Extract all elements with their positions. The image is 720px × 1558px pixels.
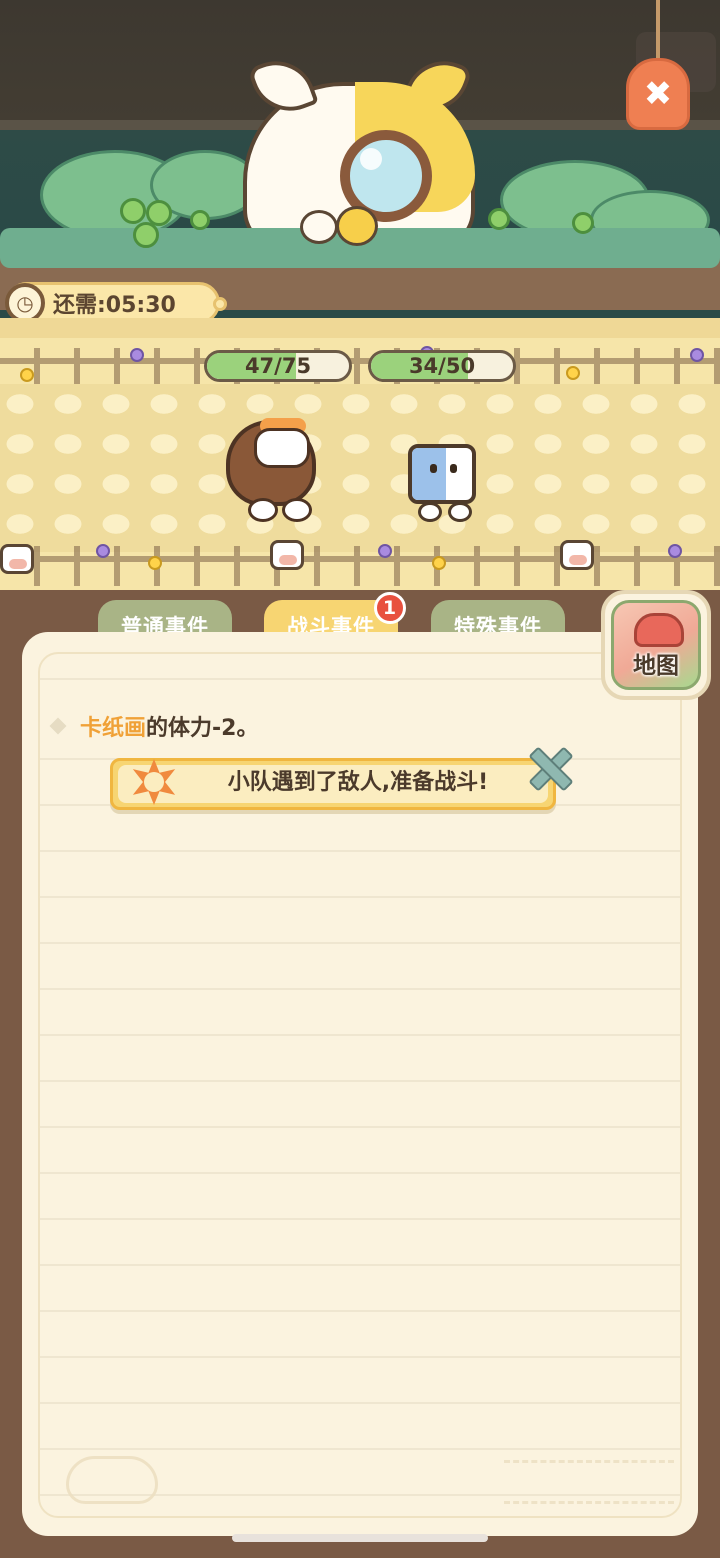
hp-bar-ally: 34/50 xyxy=(368,350,516,382)
hp-bar-hero: 47/75 xyxy=(204,350,352,382)
map-label: 地图 xyxy=(633,653,679,679)
clover-leaf xyxy=(133,222,159,248)
cow-icon xyxy=(560,540,594,570)
hp-text: 34/50 xyxy=(408,354,476,378)
flower-icon xyxy=(20,368,34,382)
flower-icon xyxy=(566,366,580,380)
flower-icon xyxy=(378,544,392,558)
bullet-diamond-icon xyxy=(49,717,67,735)
clock-icon: ◷ xyxy=(5,283,45,323)
flower-icon xyxy=(690,348,704,362)
cobblestone-road xyxy=(0,384,720,552)
ally-body xyxy=(408,444,476,504)
banner-text: 小队遇到了敌人,准备战斗! xyxy=(227,770,489,795)
travel-path xyxy=(0,318,720,590)
hero-cat-sprite xyxy=(214,400,324,522)
hp-text: 47/75 xyxy=(244,354,312,378)
close-button[interactable]: ✖ xyxy=(626,58,690,130)
flower-icon xyxy=(432,556,446,570)
notification-badge: 1 xyxy=(374,592,406,624)
chick-yellow xyxy=(336,206,378,246)
clover-leaf xyxy=(190,210,210,230)
log-entry: 卡纸画 的体力-2。 xyxy=(49,710,259,742)
map-button[interactable]: 地图 xyxy=(601,590,711,700)
fence-top xyxy=(0,348,720,388)
tag-string xyxy=(656,0,660,64)
expedition-scene: ✖ xyxy=(0,0,720,318)
close-icon: ✖ xyxy=(643,74,673,114)
crossed-swords-icon xyxy=(526,744,572,790)
home-indicator[interactable] xyxy=(232,1534,488,1542)
flower-icon xyxy=(96,544,110,558)
cow-icon xyxy=(270,540,304,570)
ally-feet xyxy=(418,502,472,522)
flower-icon xyxy=(668,544,682,558)
path-edge xyxy=(0,318,720,338)
clover-leaf xyxy=(488,208,510,230)
ally-cat-sprite xyxy=(404,436,480,522)
hero-feet xyxy=(248,498,312,522)
timer-text: 还需:05:30 xyxy=(53,293,176,318)
battle-banner[interactable]: 小队遇到了敌人,准备战斗! xyxy=(110,758,556,810)
log-entry-text: 的体力-2。 xyxy=(146,716,259,741)
flower-icon xyxy=(130,348,144,362)
flower-icon xyxy=(148,556,162,570)
cat-ear-left xyxy=(247,50,319,122)
clover-leaf xyxy=(572,212,594,234)
ally-eyes xyxy=(430,464,460,474)
hero-face xyxy=(254,428,310,468)
food-doodle-icon xyxy=(504,1460,674,1504)
cat-doodle-icon xyxy=(66,1456,158,1504)
clover-icon xyxy=(120,198,146,224)
chick-white xyxy=(300,210,338,244)
cow-icon xyxy=(0,544,34,574)
timer-end-dot xyxy=(213,297,227,311)
log-entry-name: 卡纸画 xyxy=(80,716,147,741)
map-icon xyxy=(634,613,684,647)
